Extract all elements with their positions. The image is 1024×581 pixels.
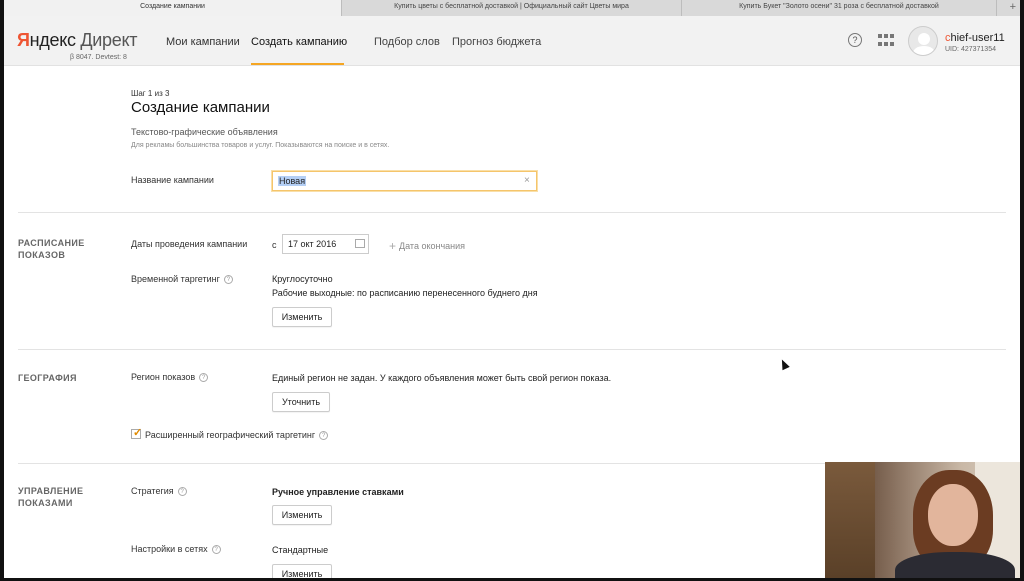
nav-budget-forecast[interactable]: Прогноз бюджета [452, 36, 541, 48]
section-geography: ГЕОГРАФИЯ [18, 373, 77, 383]
nav-my-campaigns[interactable]: Мои кампании [166, 36, 240, 48]
new-tab-icon[interactable]: + [1010, 1, 1016, 13]
apps-grid-icon[interactable] [878, 34, 896, 48]
time-targeting-value: Круглосуточно [272, 274, 333, 284]
page-title: Создание кампании [131, 99, 270, 116]
question-icon[interactable]: ? [211, 545, 221, 555]
checkmark-icon: ✓ [133, 427, 143, 439]
section-schedule: РАСПИСАНИЕ ПОКАЗОВ [18, 238, 85, 260]
build-info: β 8047. Devtest: 8 [70, 54, 127, 61]
campaign-dates-label: Даты проведения кампании [131, 239, 248, 249]
campaign-name-label: Название кампании [131, 175, 214, 185]
region-value: Единый регион не задан. У каждого объявл… [272, 373, 612, 383]
refine-region-button[interactable]: Уточнить [272, 392, 330, 412]
mouse-cursor-icon [778, 357, 790, 371]
strategy-label: Стратегия? [131, 486, 187, 497]
campaign-name-input[interactable]: Новая [272, 171, 537, 191]
network-settings-label: Настройки в сетях? [131, 544, 221, 555]
avatar[interactable] [908, 26, 938, 56]
extended-geo-checkbox[interactable]: ✓ [131, 427, 143, 439]
change-network-settings-button[interactable]: Изменить [272, 564, 332, 578]
time-targeting-label: Временной таргетинг? [131, 274, 233, 285]
user-uid: UID: 427371354 [945, 46, 996, 53]
yandex-direct-logo[interactable]: Яндекс Директ [17, 30, 137, 51]
section-management: УПРАВЛЕНИЕ ПОКАЗАМИ [18, 486, 84, 508]
calendar-icon[interactable] [355, 239, 365, 248]
divider [18, 349, 1006, 350]
screen: Создание кампании Купить цветы с бесплат… [4, 0, 1020, 578]
change-strategy-button[interactable]: Изменить [272, 505, 332, 525]
add-end-date-link[interactable]: + Дата окончания [389, 239, 465, 253]
help-icon[interactable]: ? [848, 33, 862, 47]
divider [18, 212, 1006, 213]
browser-tab-strip: Создание кампании Купить цветы с бесплат… [4, 0, 1020, 16]
app-header: Яндекс Директ β 8047. Devtest: 8 Мои кам… [4, 16, 1020, 66]
strategy-value: Ручное управление ставками [272, 487, 404, 497]
campaign-type-title: Текстово-графические объявления [131, 127, 278, 137]
browser-tab-flowers[interactable]: Купить цветы с бесплатной доставкой | Оф… [342, 0, 682, 16]
network-settings-value: Стандартные [272, 545, 329, 555]
plus-icon: + [389, 239, 397, 253]
username[interactable]: chief-user11 [945, 32, 1005, 44]
region-label: Регион показов? [131, 372, 209, 383]
question-icon[interactable]: ? [223, 275, 233, 285]
extended-geo-label[interactable]: Расширенный географический таргетинг? [145, 430, 329, 441]
question-icon[interactable]: ? [319, 431, 329, 441]
webcam-overlay [825, 462, 1020, 578]
campaign-type-description: Для рекламы большинства товаров и услуг.… [131, 142, 390, 149]
active-nav-indicator [251, 63, 344, 65]
question-icon[interactable]: ? [177, 487, 187, 497]
step-indicator: Шаг 1 из 3 [131, 89, 170, 98]
clear-icon[interactable]: × [524, 175, 530, 186]
question-icon[interactable]: ? [199, 373, 209, 383]
nav-create-campaign[interactable]: Создать кампанию [251, 36, 347, 48]
browser-tab-create-campaign[interactable]: Создание кампании [4, 0, 342, 16]
nav-keyword-picker[interactable]: Подбор слов [374, 36, 440, 48]
holidays-value: Рабочие выходные: по расписанию перенесе… [272, 288, 538, 298]
date-from-label: с [272, 240, 277, 250]
browser-tab-bouquet[interactable]: Купить Букет "Золото осени" 31 роза с бе… [682, 0, 997, 16]
change-time-targeting-button[interactable]: Изменить [272, 307, 332, 327]
